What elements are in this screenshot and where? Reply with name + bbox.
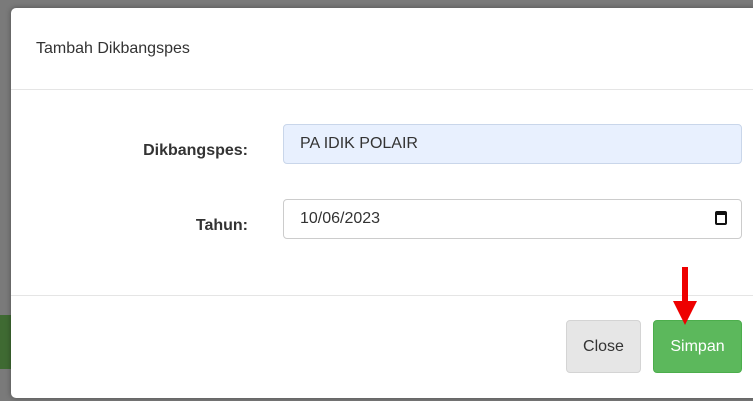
modal-header: Tambah Dikbangspes — [11, 8, 753, 90]
modal-footer: Close Simpan — [11, 296, 753, 398]
tahun-date-input[interactable]: 10/06/2023 — [283, 199, 742, 239]
tahun-input-value: 10/06/2023 — [300, 210, 381, 227]
dikbangspes-input[interactable]: PA IDIK POLAIR — [283, 124, 742, 164]
save-button[interactable]: Simpan — [653, 320, 742, 373]
modal-title: Tambah Dikbangspes — [36, 39, 190, 57]
down-arrow-icon — [673, 267, 697, 325]
dikbangspes-input-value: PA IDIK POLAIR — [300, 135, 418, 152]
close-button[interactable]: Close — [566, 320, 641, 373]
calendar-icon[interactable] — [715, 211, 727, 225]
tahun-label: Tahun: — [195, 217, 248, 234]
modal-body: Dikbangspes: PA IDIK POLAIR Tahun: 10/06… — [11, 90, 753, 296]
dikbangspes-label: Dikbangspes: — [143, 142, 248, 159]
add-dikbangspes-modal: Tambah Dikbangspes Dikbangspes: PA IDIK … — [11, 8, 753, 398]
